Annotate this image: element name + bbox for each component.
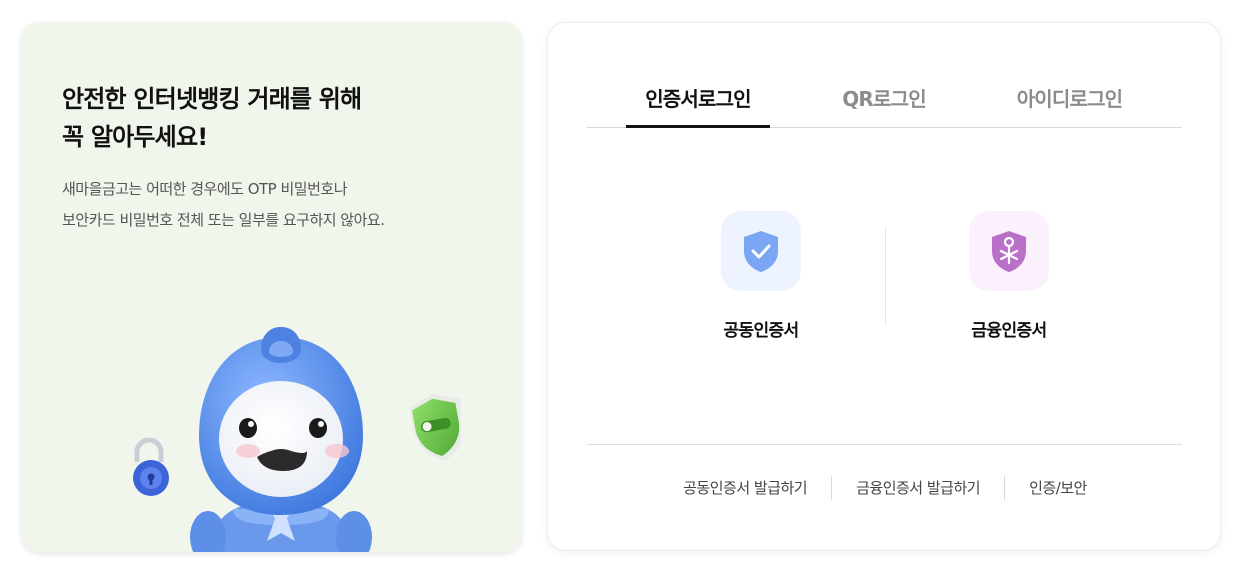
financial-certificate-icon-box	[969, 211, 1049, 291]
joint-certificate-button[interactable]: 공동인증서	[671, 211, 851, 341]
bottom-links: 공동인증서 발급하기 금융인증서 발급하기 인증/보안	[548, 475, 1222, 501]
tab-certificate-login[interactable]: 인증서로그인	[626, 83, 770, 128]
issue-financial-certificate-link[interactable]: 금융인증서 발급하기	[832, 475, 1004, 501]
option-divider	[885, 226, 886, 326]
issue-joint-certificate-link[interactable]: 공동인증서 발급하기	[659, 475, 831, 501]
financial-certificate-label: 금융인증서	[971, 321, 1047, 341]
joint-certificate-icon-box	[721, 211, 801, 291]
shield-badge-icon	[409, 393, 461, 461]
notice-description: 새마을금고는 어떠한 경우에도 OTP 비밀번호나 보안카드 비밀번호 전체 또…	[62, 174, 385, 236]
notice-desc-line1: 새마을금고는 어떠한 경우에도 OTP 비밀번호나	[62, 180, 348, 198]
joint-certificate-label: 공동인증서	[723, 321, 799, 341]
login-card: 인증서로그인 QR로그인 아이디로그인 공동인증서 금융인증서 공동인증서 발급	[547, 22, 1221, 551]
bottom-divider	[587, 444, 1182, 445]
certificate-security-link[interactable]: 인증/보안	[1005, 475, 1111, 501]
notice-title-line2: 꼭 알아두세요!	[62, 123, 208, 151]
tab-id-login[interactable]: 아이디로그인	[992, 83, 1147, 128]
notice-title-line1: 안전한 인터넷뱅킹 거래를 위해	[62, 85, 362, 113]
security-notice-card: 안전한 인터넷뱅킹 거래를 위해 꼭 알아두세요! 새마을금고는 어떠한 경우에…	[21, 22, 522, 552]
tab-qr-login[interactable]: QR로그인	[822, 83, 946, 128]
notice-title: 안전한 인터넷뱅킹 거래를 위해 꼭 알아두세요!	[62, 80, 362, 156]
mascot-illustration	[133, 327, 461, 552]
lock-icon	[133, 437, 169, 496]
login-tabs: 인증서로그인 QR로그인 아이디로그인	[587, 83, 1182, 128]
shield-key-icon	[992, 231, 1026, 272]
notice-desc-line2: 보안카드 비밀번호 전체 또는 일부를 요구하지 않아요.	[62, 211, 385, 229]
financial-certificate-button[interactable]: 금융인증서	[919, 211, 1099, 341]
shield-check-icon	[744, 231, 778, 272]
